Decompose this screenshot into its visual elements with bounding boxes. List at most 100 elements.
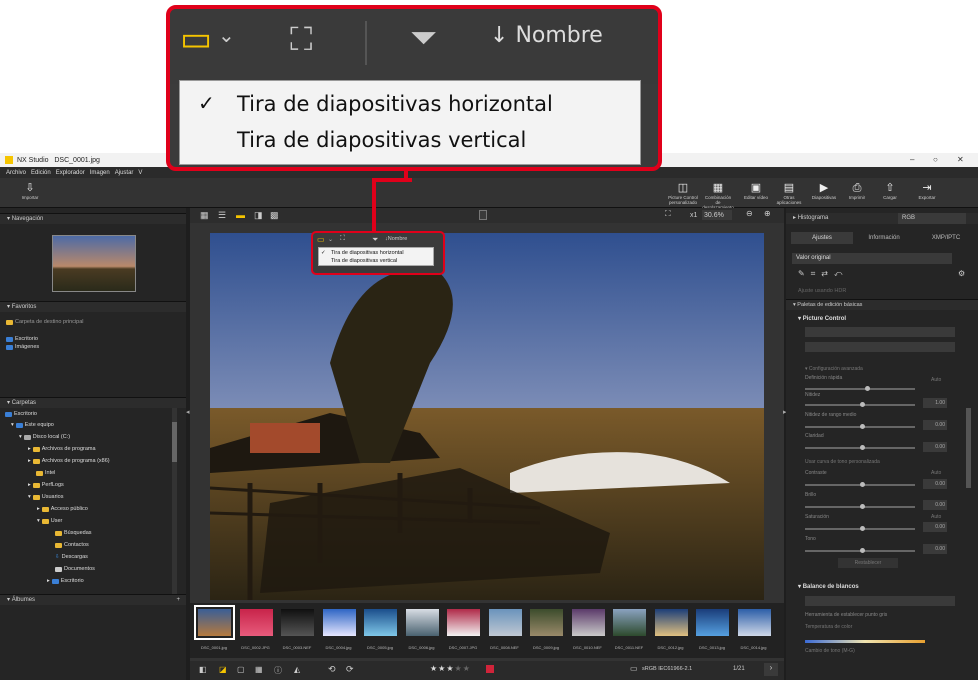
filmstrip-view-icon[interactable]: ▬ bbox=[236, 210, 245, 220]
label-red-icon[interactable] bbox=[486, 665, 494, 673]
close-icon[interactable]: ✕ bbox=[957, 155, 964, 164]
left-collapse-icon[interactable]: ◂ bbox=[186, 408, 190, 416]
folder-descargas[interactable]: ⇩ Descargas bbox=[55, 554, 88, 560]
sort-dropdown[interactable] bbox=[479, 210, 487, 220]
import-button[interactable]: ⇩ Importar bbox=[14, 181, 46, 200]
minimize-icon[interactable]: – bbox=[910, 155, 914, 164]
fav-desktop[interactable]: Escritorio bbox=[6, 336, 38, 342]
favorites-header[interactable]: ▾ Favoritos bbox=[0, 301, 186, 312]
midrange-slider[interactable] bbox=[805, 424, 915, 429]
filmstrip-thumb[interactable] bbox=[654, 609, 688, 636]
filmstrip-thumb[interactable] bbox=[696, 609, 729, 636]
settings-icon[interactable]: ⚙ bbox=[958, 269, 965, 278]
folder-user[interactable]: ▾ User bbox=[37, 518, 62, 524]
folder-documentos[interactable]: Documentos bbox=[55, 566, 95, 572]
frame-icon[interactable]: ▢ bbox=[237, 665, 245, 674]
pc-select[interactable] bbox=[805, 327, 955, 337]
contrast-value[interactable]: 0.00 bbox=[923, 479, 947, 489]
menu-ajustar[interactable]: Ajustar bbox=[115, 170, 134, 176]
folder-disco-local[interactable]: ▾ Disco local (C:) bbox=[19, 434, 70, 440]
print-button[interactable]: ⎙ Imprimir bbox=[841, 181, 873, 200]
filter-large-icon[interactable]: ⏷ bbox=[410, 19, 437, 58]
menu-item-vertical[interactable]: Tira de diapositivas vertical bbox=[331, 258, 397, 264]
pc-sub-select[interactable] bbox=[805, 342, 955, 352]
reset-button[interactable]: Restablecer bbox=[838, 558, 898, 568]
fullscreen-large-icon[interactable]: ⛶ bbox=[290, 21, 312, 59]
select-icon[interactable]: ◪ bbox=[219, 665, 227, 674]
picture-control-header[interactable]: ▾ Picture Control bbox=[798, 315, 846, 322]
list-view-icon[interactable]: ☰ bbox=[218, 210, 226, 221]
basic-palette-header[interactable]: ▾ Paletas de edición básicas bbox=[786, 299, 978, 310]
folder-contactos[interactable]: Contactos bbox=[55, 542, 89, 548]
menu-item-vertical-large[interactable]: Tira de diapositivas vertical bbox=[237, 128, 526, 152]
grid-overlay-icon[interactable]: ▦ bbox=[255, 665, 263, 674]
quick-auto[interactable]: Auto bbox=[931, 377, 941, 383]
filmstrip-thumb[interactable] bbox=[447, 609, 480, 636]
rating-stars[interactable]: ★★★★★ bbox=[430, 664, 471, 673]
filmstrip-thumb[interactable] bbox=[281, 609, 314, 636]
menu-archivo[interactable]: Archivo bbox=[6, 170, 26, 176]
info-icon[interactable]: ⓘ bbox=[274, 665, 282, 676]
folder-usuarios[interactable]: ▾ Usuarios bbox=[28, 494, 63, 500]
filmstrip-thumb[interactable] bbox=[530, 609, 563, 636]
other-apps-button[interactable]: ▤ Otras aplicaciones bbox=[773, 181, 805, 205]
maximize-icon[interactable]: ○ bbox=[933, 155, 938, 164]
menu-edicion[interactable]: Edición bbox=[31, 170, 51, 176]
filmstrip-thumb[interactable] bbox=[322, 609, 356, 636]
slideshow-button[interactable]: ▶ Diapositivas bbox=[808, 181, 840, 200]
layout-chevron-large-icon[interactable]: ⌄ bbox=[218, 23, 235, 48]
layout-icon[interactable]: ▭ bbox=[317, 235, 325, 244]
menu-explorador[interactable]: Explorador bbox=[56, 170, 85, 176]
folder-archivos-programa[interactable]: ▸ Archivos de programa bbox=[28, 446, 96, 452]
filmstrip-thumb[interactable] bbox=[239, 609, 273, 636]
multi-view-icon[interactable]: ▩ bbox=[270, 210, 279, 221]
filmstrip-thumb[interactable] bbox=[613, 609, 646, 636]
folders-scrollbar[interactable] bbox=[172, 408, 177, 598]
menu-item-horizontal-large[interactable]: Tira de diapositivas horizontal bbox=[237, 92, 553, 116]
filmstrip-thumb[interactable] bbox=[488, 609, 522, 636]
hue-value[interactable]: 0.00 bbox=[923, 544, 947, 554]
contrast-slider[interactable] bbox=[805, 482, 915, 487]
folder-intel[interactable]: Intel bbox=[36, 470, 55, 476]
layout-icon-large[interactable]: ▭ bbox=[180, 19, 212, 59]
albums-header[interactable]: ▾ Álbumes + bbox=[0, 594, 186, 605]
zoom-in-icon[interactable]: ⊕ bbox=[764, 209, 771, 218]
navigator-thumbnail[interactable] bbox=[52, 235, 136, 292]
wb-header[interactable]: ▾ Balance de blancos bbox=[798, 583, 859, 590]
next-image-icon[interactable]: › bbox=[764, 663, 778, 676]
folder-este-equipo[interactable]: ▾ Este equipo bbox=[11, 422, 54, 428]
sharpness-slider[interactable] bbox=[805, 402, 915, 407]
navigation-header[interactable]: ▾ Navegación bbox=[0, 213, 186, 224]
temp-slider[interactable] bbox=[805, 640, 925, 643]
wb-select[interactable] bbox=[805, 596, 955, 606]
brightness-slider[interactable] bbox=[805, 504, 915, 509]
picture-control-button[interactable]: ◫ Picture Control personalizado bbox=[667, 181, 699, 205]
add-album-icon[interactable]: + bbox=[176, 595, 180, 606]
filmstrip-thumb[interactable] bbox=[737, 609, 771, 636]
clarity-value[interactable]: 0.00 bbox=[923, 442, 947, 452]
zoom-out-icon[interactable]: ⊖ bbox=[746, 209, 753, 218]
hue-slider[interactable] bbox=[805, 548, 915, 553]
filmstrip-thumb[interactable] bbox=[571, 609, 605, 636]
adjust-tools-icons[interactable]: ✎⌗⇄⤺ bbox=[798, 269, 848, 279]
fullscreen-icon[interactable]: ⛶ bbox=[340, 235, 345, 243]
zoom-percent[interactable]: 30.6% bbox=[702, 210, 732, 220]
folders-header[interactable]: ▾ Carpetas bbox=[0, 397, 186, 408]
edit-video-button[interactable]: ▣ Editar vídeo bbox=[740, 181, 772, 200]
saturation-slider[interactable] bbox=[805, 526, 915, 531]
fav-images[interactable]: Imágenes bbox=[6, 344, 39, 350]
quick-slider[interactable] bbox=[805, 386, 915, 391]
grid-view-icon[interactable]: ▦ bbox=[200, 210, 209, 221]
fav-main-folder[interactable]: Carpeta de destino principal bbox=[6, 319, 84, 325]
upload-button[interactable]: ⇧ Cargar bbox=[874, 181, 906, 200]
gray-point-tool[interactable]: Herramienta de establecer punto gris bbox=[805, 612, 887, 618]
label-icon[interactable]: ◧ bbox=[199, 665, 207, 674]
sort-large-button[interactable]: ↓ Nombre bbox=[490, 23, 603, 48]
histogram-mode-select[interactable]: RGB bbox=[898, 213, 966, 224]
menu-imagen[interactable]: Imagen bbox=[90, 170, 110, 176]
right-scrollbar[interactable] bbox=[966, 408, 971, 488]
folder-escritorio[interactable]: Escritorio bbox=[5, 411, 37, 417]
saturation-value[interactable]: 0.00 bbox=[923, 522, 947, 532]
folder-acceso-publico[interactable]: ▸ Acceso público bbox=[37, 506, 88, 512]
tone-curve-checkbox[interactable]: Usar curva de tono personalizada bbox=[805, 459, 880, 465]
